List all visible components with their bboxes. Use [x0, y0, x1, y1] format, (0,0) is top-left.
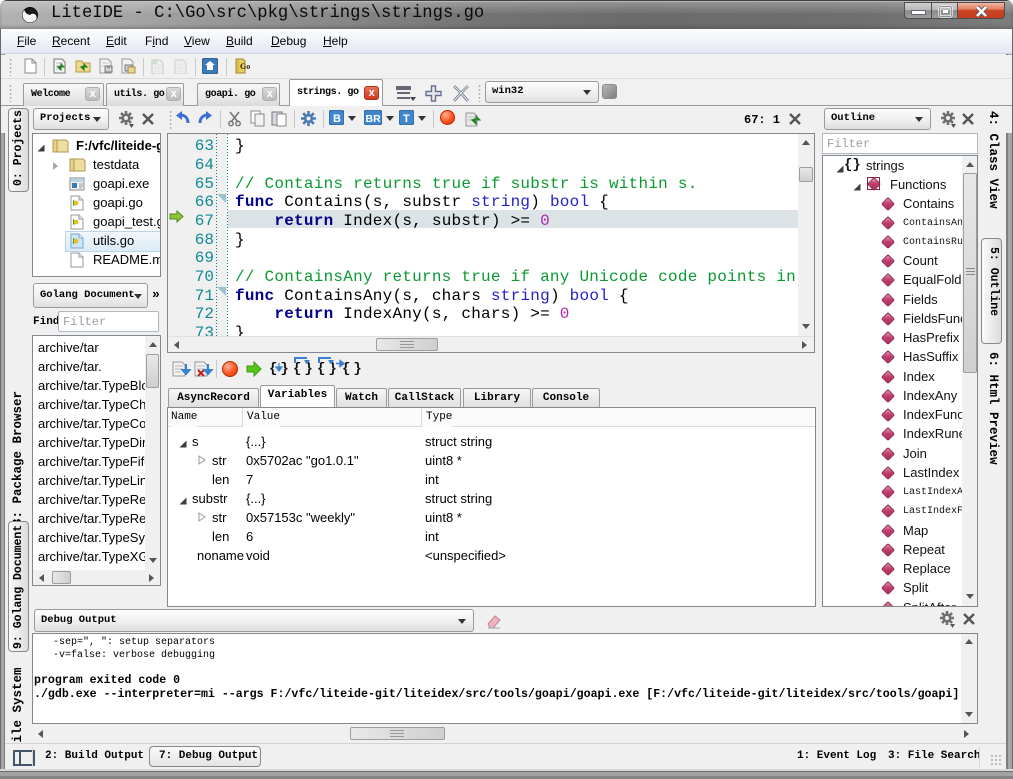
svg-text:BR: BR: [366, 113, 382, 125]
svg-text:B: B: [333, 113, 341, 125]
svg-text:T: T: [403, 113, 410, 125]
svg-text:Go: Go: [240, 62, 250, 71]
